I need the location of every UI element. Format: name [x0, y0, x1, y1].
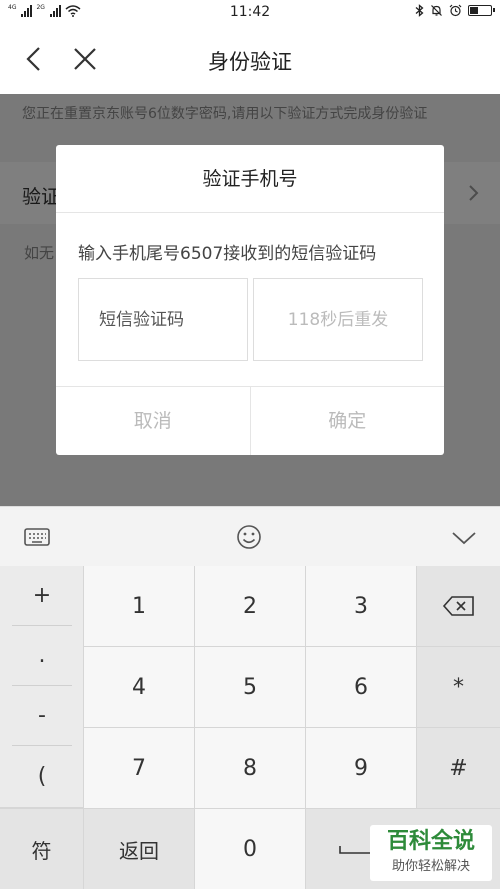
backspace-icon	[442, 596, 474, 616]
battery-icon	[468, 5, 495, 16]
symbol-column: + . - (	[0, 566, 83, 807]
dialog-buttons: 取消 确定	[56, 386, 444, 455]
key-1[interactable]: 1	[84, 566, 194, 646]
chevron-down-icon[interactable]	[448, 521, 480, 553]
keyboard-icon[interactable]	[21, 521, 53, 553]
key-9[interactable]: 9	[306, 728, 416, 808]
backspace-key[interactable]	[417, 566, 500, 646]
key-7[interactable]: 7	[84, 728, 194, 808]
key-dot[interactable]: .	[12, 626, 72, 686]
key-hash[interactable]: #	[417, 728, 500, 808]
key-0[interactable]: 0	[195, 809, 305, 889]
key-3[interactable]: 3	[306, 566, 416, 646]
battery-level	[470, 7, 478, 14]
emoji-icon[interactable]	[233, 521, 265, 553]
bluetooth-icon	[415, 4, 424, 17]
watermark-main: 百科全说	[386, 829, 475, 854]
resend-countdown: 118秒后重发	[253, 278, 423, 361]
key-8[interactable]: 8	[195, 728, 305, 808]
sms-code-input[interactable]	[78, 278, 248, 361]
app-header: 身份验证	[0, 26, 500, 94]
key-minus[interactable]: -	[12, 686, 72, 746]
symbols-key[interactable]: 符	[0, 809, 83, 889]
verify-phone-dialog: 验证手机号 输入手机尾号6507接收到的短信验证码 118秒后重发 取消 确定	[56, 145, 444, 455]
status-bar: 4G 2G 11:42	[0, 0, 500, 26]
status-right	[415, 4, 495, 17]
watermark-logo: 百科全说 助你轻松解决	[370, 825, 492, 881]
key-star[interactable]: *	[417, 647, 500, 727]
key-4[interactable]: 4	[84, 647, 194, 727]
watermark-sub: 助你轻松解决	[391, 859, 470, 874]
return-key[interactable]: 返回	[84, 809, 194, 889]
key-paren[interactable]: (	[12, 746, 72, 806]
dialog-message: 输入手机尾号6507接收到的短信验证码	[78, 244, 377, 264]
alarm-icon	[449, 4, 462, 17]
page-title: 身份验证	[208, 50, 292, 74]
key-6[interactable]: 6	[306, 647, 416, 727]
mute-bell-icon	[431, 5, 442, 16]
key-5[interactable]: 5	[195, 647, 305, 727]
key-2[interactable]: 2	[195, 566, 305, 646]
cancel-button[interactable]: 取消	[56, 387, 250, 455]
key-plus[interactable]: +	[12, 566, 72, 626]
confirm-button[interactable]: 确定	[249, 387, 445, 455]
dialog-title: 验证手机号	[56, 145, 444, 213]
keyboard-toolbar	[0, 506, 500, 566]
